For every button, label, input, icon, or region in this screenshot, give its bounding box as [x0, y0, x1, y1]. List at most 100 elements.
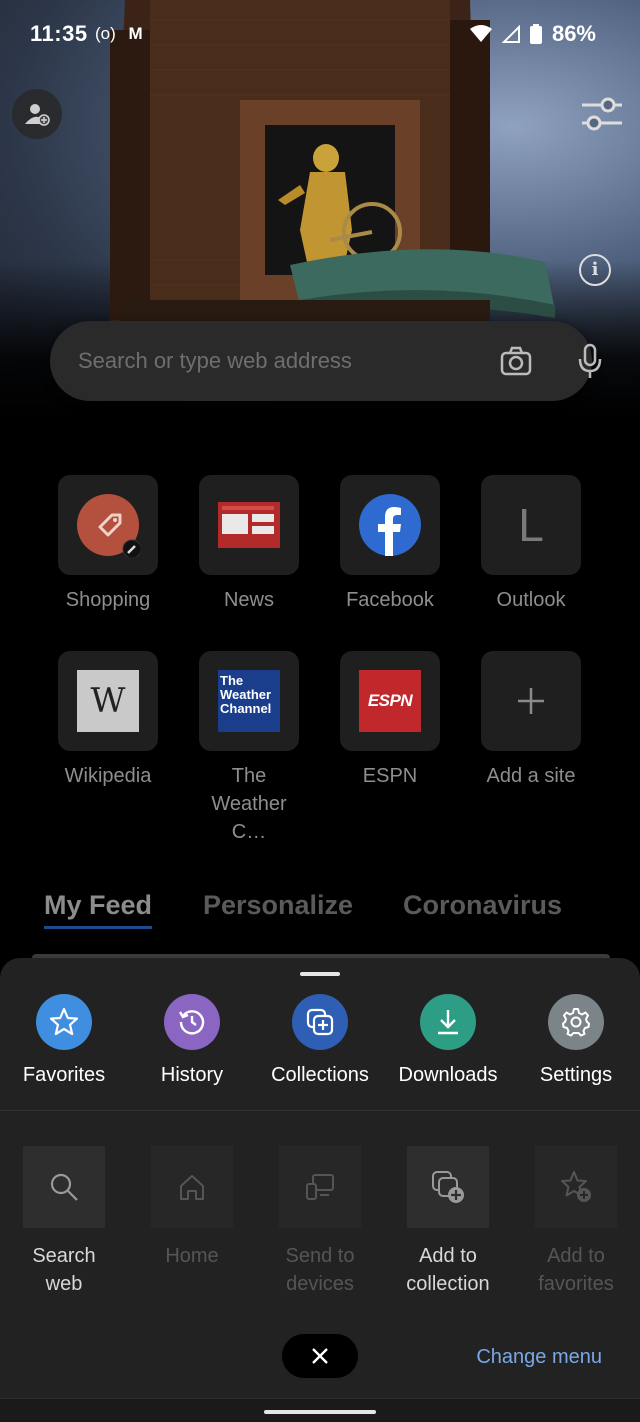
- add-profile-icon: [25, 104, 50, 126]
- collections-icon-circle: [292, 994, 348, 1050]
- battery-icon: [529, 24, 542, 44]
- settings-icon-circle: [548, 994, 604, 1050]
- favorites-button[interactable]: Favorites: [0, 994, 128, 1087]
- send-to-devices-label: Send to devices: [285, 1245, 355, 1295]
- add-site-button[interactable]: Add a site: [456, 651, 606, 790]
- facebook-icon: [359, 494, 421, 556]
- feed-tabs: My Feed Personalize Coronavirus: [0, 890, 640, 940]
- add-to-favorites-button[interactable]: Add to favorites: [512, 1146, 640, 1298]
- downloads-button[interactable]: Downloads: [384, 994, 512, 1087]
- history-icon-circle: [164, 994, 220, 1050]
- search-bar[interactable]: Search or type web address: [50, 321, 602, 401]
- history-button[interactable]: History: [128, 994, 256, 1087]
- send-to-devices-icon-box: [279, 1146, 361, 1228]
- top-site-label: Wikipedia: [64, 765, 152, 787]
- top-site-label: News: [223, 589, 274, 611]
- collections-icon: [306, 1008, 334, 1036]
- espn-icon: ESPN: [359, 670, 421, 732]
- collections-button[interactable]: Collections: [256, 994, 384, 1087]
- status-right: 86%: [469, 21, 596, 47]
- close-icon: [312, 1348, 328, 1364]
- menu-bottom-sheet: Favorites History Collections Downloads …: [0, 958, 640, 1422]
- top-site-icon: [199, 475, 299, 575]
- send-to-devices-button[interactable]: Send to devices: [256, 1146, 384, 1298]
- favorites-label: Favorites: [22, 1064, 106, 1086]
- close-menu-button[interactable]: [282, 1334, 358, 1378]
- microphone-icon[interactable]: [576, 343, 604, 379]
- search-web-label: Search web: [32, 1245, 96, 1295]
- menu-divider: [0, 1110, 640, 1111]
- top-site-wikipedia[interactable]: W Wikipedia: [33, 651, 183, 790]
- top-site-icon: [481, 651, 581, 751]
- active-tab-indicator: [44, 926, 152, 929]
- tab-my-feed[interactable]: My Feed: [44, 890, 152, 921]
- top-site-icon: [58, 475, 158, 575]
- add-collection-icon: [432, 1171, 464, 1203]
- status-bar: 11:35 (o) M 86%: [0, 0, 640, 70]
- home-icon: [180, 1175, 204, 1200]
- top-site-facebook[interactable]: Facebook: [315, 475, 465, 614]
- gear-icon: [562, 1008, 590, 1037]
- top-site-weather-channel[interactable]: The Weather Channel The Weather C…: [174, 651, 324, 846]
- top-site-label: Outlook: [496, 589, 566, 611]
- top-site-espn[interactable]: ESPN ESPN: [315, 651, 465, 790]
- top-site-icon: The Weather Channel: [199, 651, 299, 751]
- search-web-button[interactable]: Search web: [0, 1146, 128, 1298]
- wifi-icon: [469, 25, 492, 42]
- history-label: History: [160, 1064, 224, 1086]
- add-favorite-icon: [561, 1171, 591, 1202]
- battery-percent: 86%: [551, 21, 596, 46]
- settings-button[interactable]: Settings: [512, 994, 640, 1087]
- search-web-icon-box: [23, 1146, 105, 1228]
- top-site-label: Facebook: [346, 589, 434, 611]
- tab-coronavirus[interactable]: Coronavirus: [403, 890, 562, 921]
- page-settings-icon[interactable]: [580, 96, 624, 132]
- download-icon: [438, 1010, 458, 1035]
- add-to-collection-button[interactable]: Add to collection: [384, 1146, 512, 1298]
- gmail-icon: M: [128, 24, 143, 43]
- change-menu-link[interactable]: Change menu: [476, 1346, 602, 1369]
- top-site-outlook[interactable]: L Outlook: [456, 475, 606, 614]
- top-site-shopping[interactable]: Shopping: [33, 475, 183, 614]
- add-to-collection-label: Add to collection: [406, 1245, 490, 1295]
- devices-icon: [306, 1174, 334, 1200]
- add-to-favorites-icon-box: [535, 1146, 617, 1228]
- drag-handle[interactable]: [300, 972, 340, 976]
- shopping-tag-icon: [77, 494, 140, 557]
- news-icon: [218, 502, 280, 548]
- tab-personalize[interactable]: Personalize: [203, 890, 353, 921]
- top-site-icon: [340, 475, 440, 575]
- home-button[interactable]: Home: [128, 1146, 256, 1270]
- notification-icons: (o) M: [95, 24, 143, 44]
- top-site-label: ESPN: [362, 765, 418, 787]
- home-label: Home: [165, 1245, 219, 1267]
- profile-button[interactable]: [12, 89, 62, 139]
- wikipedia-icon: W: [77, 670, 139, 732]
- star-icon: [49, 1007, 79, 1036]
- top-site-icon: L: [481, 475, 581, 575]
- downloads-label: Downloads: [398, 1064, 498, 1086]
- search-icon: [50, 1173, 78, 1201]
- collections-label: Collections: [271, 1064, 369, 1086]
- signal-icon: [501, 25, 520, 43]
- top-site-news[interactable]: News: [174, 475, 324, 614]
- add-to-favorites-label: Add to favorites: [538, 1245, 614, 1295]
- status-time: 11:35: [30, 21, 88, 46]
- camera-icon[interactable]: [500, 345, 532, 377]
- top-site-label: Shopping: [65, 589, 151, 611]
- top-site-label: The Weather C…: [211, 765, 287, 843]
- search-input[interactable]: Search or type web address: [78, 348, 352, 374]
- favorites-icon-circle: [36, 994, 92, 1050]
- home-gesture-bar[interactable]: [264, 1410, 376, 1414]
- image-info-icon[interactable]: i: [579, 254, 611, 286]
- plus-icon: [518, 688, 544, 714]
- settings-label: Settings: [539, 1064, 613, 1086]
- letter-icon: L: [518, 499, 544, 551]
- add-to-collection-icon-box: [407, 1146, 489, 1228]
- top-site-icon: ESPN: [340, 651, 440, 751]
- hotspot-icon: (o): [95, 24, 116, 43]
- weather-channel-icon: The Weather Channel: [218, 670, 280, 732]
- home-icon-box: [151, 1146, 233, 1228]
- downloads-icon-circle: [420, 994, 476, 1050]
- history-icon: [178, 1010, 205, 1035]
